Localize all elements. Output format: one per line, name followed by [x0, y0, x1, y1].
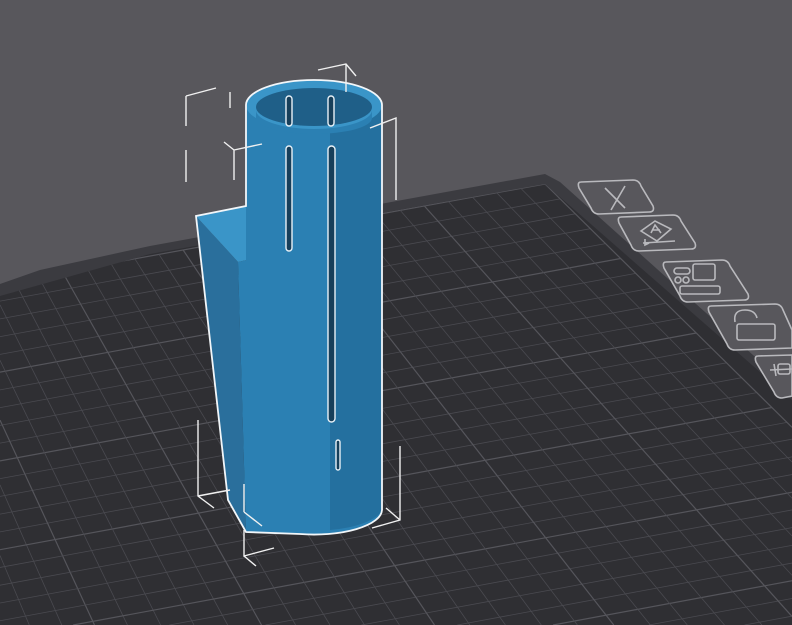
scene[interactable] — [0, 0, 792, 625]
model-cylinder-hole — [256, 88, 372, 126]
model-object[interactable] — [195, 79, 383, 536]
3d-viewport[interactable] — [0, 0, 792, 625]
